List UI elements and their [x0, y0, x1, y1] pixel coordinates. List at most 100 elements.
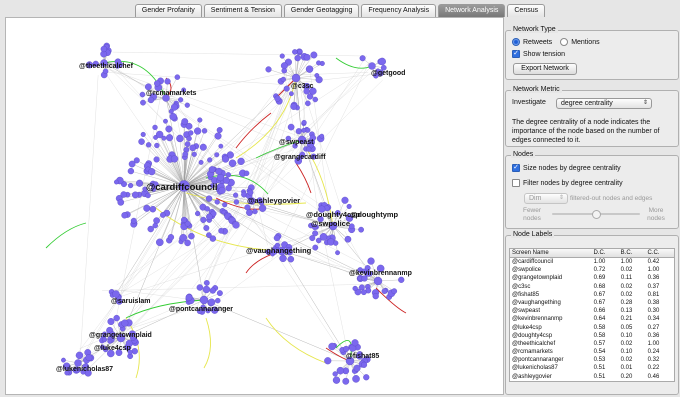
graph-node[interactable]: [214, 199, 220, 205]
graph-node[interactable]: [333, 240, 339, 246]
graph-node[interactable]: [186, 135, 192, 142]
filter-nodes-checkbox[interactable]: [512, 179, 520, 187]
graph-node[interactable]: [208, 166, 216, 173]
graph-node[interactable]: [206, 232, 212, 238]
graph-node[interactable]: [200, 216, 207, 223]
graph-node[interactable]: [131, 191, 139, 199]
graph-node[interactable]: [360, 361, 368, 368]
graph-node[interactable]: [113, 179, 119, 185]
graph-node[interactable]: [352, 375, 360, 383]
tab-gender-profanity[interactable]: Gender Profanity: [134, 4, 202, 17]
tab-frequency-analysis[interactable]: Frequency Analysis: [361, 4, 437, 17]
graph-node[interactable]: [232, 221, 240, 229]
table-row[interactable]: @theethicalchef 0.57 0.02 1.00: [510, 340, 674, 348]
graph-node[interactable]: [113, 314, 120, 322]
graph-node[interactable]: [207, 157, 213, 163]
graph-node[interactable]: [120, 191, 127, 198]
graph-node[interactable]: [295, 128, 302, 135]
show-tension-checkbox[interactable]: ✓: [512, 50, 520, 58]
graph-node[interactable]: [216, 127, 223, 134]
graph-node[interactable]: [233, 199, 240, 205]
graph-node[interactable]: [225, 185, 232, 192]
mentions-radio[interactable]: [560, 38, 569, 46]
table-row[interactable]: @pontcannaranger 0.53 0.02 0.32: [510, 356, 674, 364]
label-ashleygovier[interactable]: @ashleygovier: [247, 196, 300, 205]
graph-node[interactable]: [332, 371, 338, 377]
graph-node[interactable]: [154, 142, 160, 149]
graph-node[interactable]: [206, 213, 213, 221]
graph-node[interactable]: [297, 48, 303, 55]
graph-node[interactable]: [165, 125, 173, 133]
graph-node[interactable]: [305, 100, 311, 107]
graph-node[interactable]: [259, 204, 267, 212]
graph-node[interactable]: [312, 96, 318, 103]
graph-node[interactable]: [305, 65, 314, 73]
graph-node[interactable]: [309, 235, 316, 242]
graph-node[interactable]: [332, 376, 341, 384]
filter-nodes-label[interactable]: Filter nodes by degree centrality: [523, 180, 623, 187]
graph-node[interactable]: [319, 133, 325, 139]
graph-node[interactable]: [218, 186, 226, 195]
graph-node[interactable]: [209, 287, 216, 294]
graph-node[interactable]: [199, 295, 209, 305]
graph-node[interactable]: [221, 155, 230, 163]
graph-node[interactable]: [319, 233, 328, 241]
metric-select[interactable]: degree centrality ⇕: [556, 98, 652, 109]
graph-node[interactable]: [316, 60, 322, 66]
graph-node[interactable]: [287, 123, 295, 131]
label-cardiffcouncil[interactable]: @cardiffcouncil: [146, 182, 218, 193]
show-tension-label[interactable]: Show tension: [523, 51, 565, 58]
graph-node[interactable]: [61, 357, 66, 363]
graph-node[interactable]: [201, 128, 208, 134]
graph-node[interactable]: [310, 51, 318, 59]
network-graph-canvas[interactable]: @theethicalchef @rcmamarkets @c3sc @getg…: [5, 17, 504, 395]
graph-node[interactable]: [155, 238, 164, 247]
table-row[interactable]: @rcmamarkets 0.54 0.10 0.24: [510, 348, 674, 356]
graph-node[interactable]: [195, 210, 201, 217]
graph-node[interactable]: [128, 182, 134, 189]
graph-node[interactable]: [314, 73, 320, 78]
label-doughtymp[interactable]: @doughtymp: [350, 210, 399, 219]
graph-node[interactable]: [359, 55, 366, 62]
graph-node[interactable]: [279, 254, 287, 263]
graph-node[interactable]: [153, 156, 160, 163]
graph-node[interactable]: [363, 374, 370, 381]
graph-node[interactable]: [107, 338, 113, 344]
graph-node[interactable]: [147, 225, 154, 233]
table-row[interactable]: @fishat85 0.67 0.02 0.81: [510, 291, 674, 299]
graph-node[interactable]: [170, 103, 178, 111]
label-saruislam[interactable]: @saruislam: [111, 298, 151, 305]
graph-node[interactable]: [127, 167, 135, 175]
graph-node[interactable]: [155, 130, 164, 139]
graph-node[interactable]: [189, 144, 197, 152]
graph-node[interactable]: [247, 189, 254, 196]
graph-node[interactable]: [179, 233, 188, 242]
graph-node[interactable]: [301, 119, 307, 126]
table-row[interactable]: @kevinbrennanmp 0.64 0.21 0.34: [510, 315, 674, 323]
graph-node[interactable]: [191, 151, 197, 157]
graph-node[interactable]: [233, 192, 239, 198]
table-row[interactable]: @doughty4csp 0.58 0.10 0.36: [510, 332, 674, 340]
tab-census[interactable]: Census: [507, 4, 546, 17]
column-bc[interactable]: B.C.: [613, 249, 640, 257]
graph-node[interactable]: [287, 255, 295, 263]
graph-node[interactable]: [215, 297, 221, 304]
graph-node[interactable]: [358, 284, 365, 291]
table-row[interactable]: @lukenicholas87 0.51 0.01 0.22: [510, 364, 674, 372]
graph-node[interactable]: [207, 298, 216, 306]
graph-node[interactable]: [205, 195, 213, 202]
graph-node[interactable]: [274, 95, 281, 102]
graph-node[interactable]: [202, 285, 211, 294]
graph-node[interactable]: [143, 204, 151, 212]
tab-network-analysis[interactable]: Network Analysis: [438, 4, 506, 17]
graph-node[interactable]: [167, 234, 175, 241]
graph-node[interactable]: [180, 216, 188, 223]
graph-node[interactable]: [290, 103, 298, 110]
graph-node[interactable]: [391, 288, 398, 295]
graph-node[interactable]: [281, 67, 288, 74]
column-cc[interactable]: C.C.: [640, 249, 667, 257]
graph-node[interactable]: [252, 208, 258, 215]
graph-node[interactable]: [138, 138, 145, 145]
label-swpeast[interactable]: @swpeast: [279, 139, 314, 146]
graph-node[interactable]: [152, 222, 158, 229]
